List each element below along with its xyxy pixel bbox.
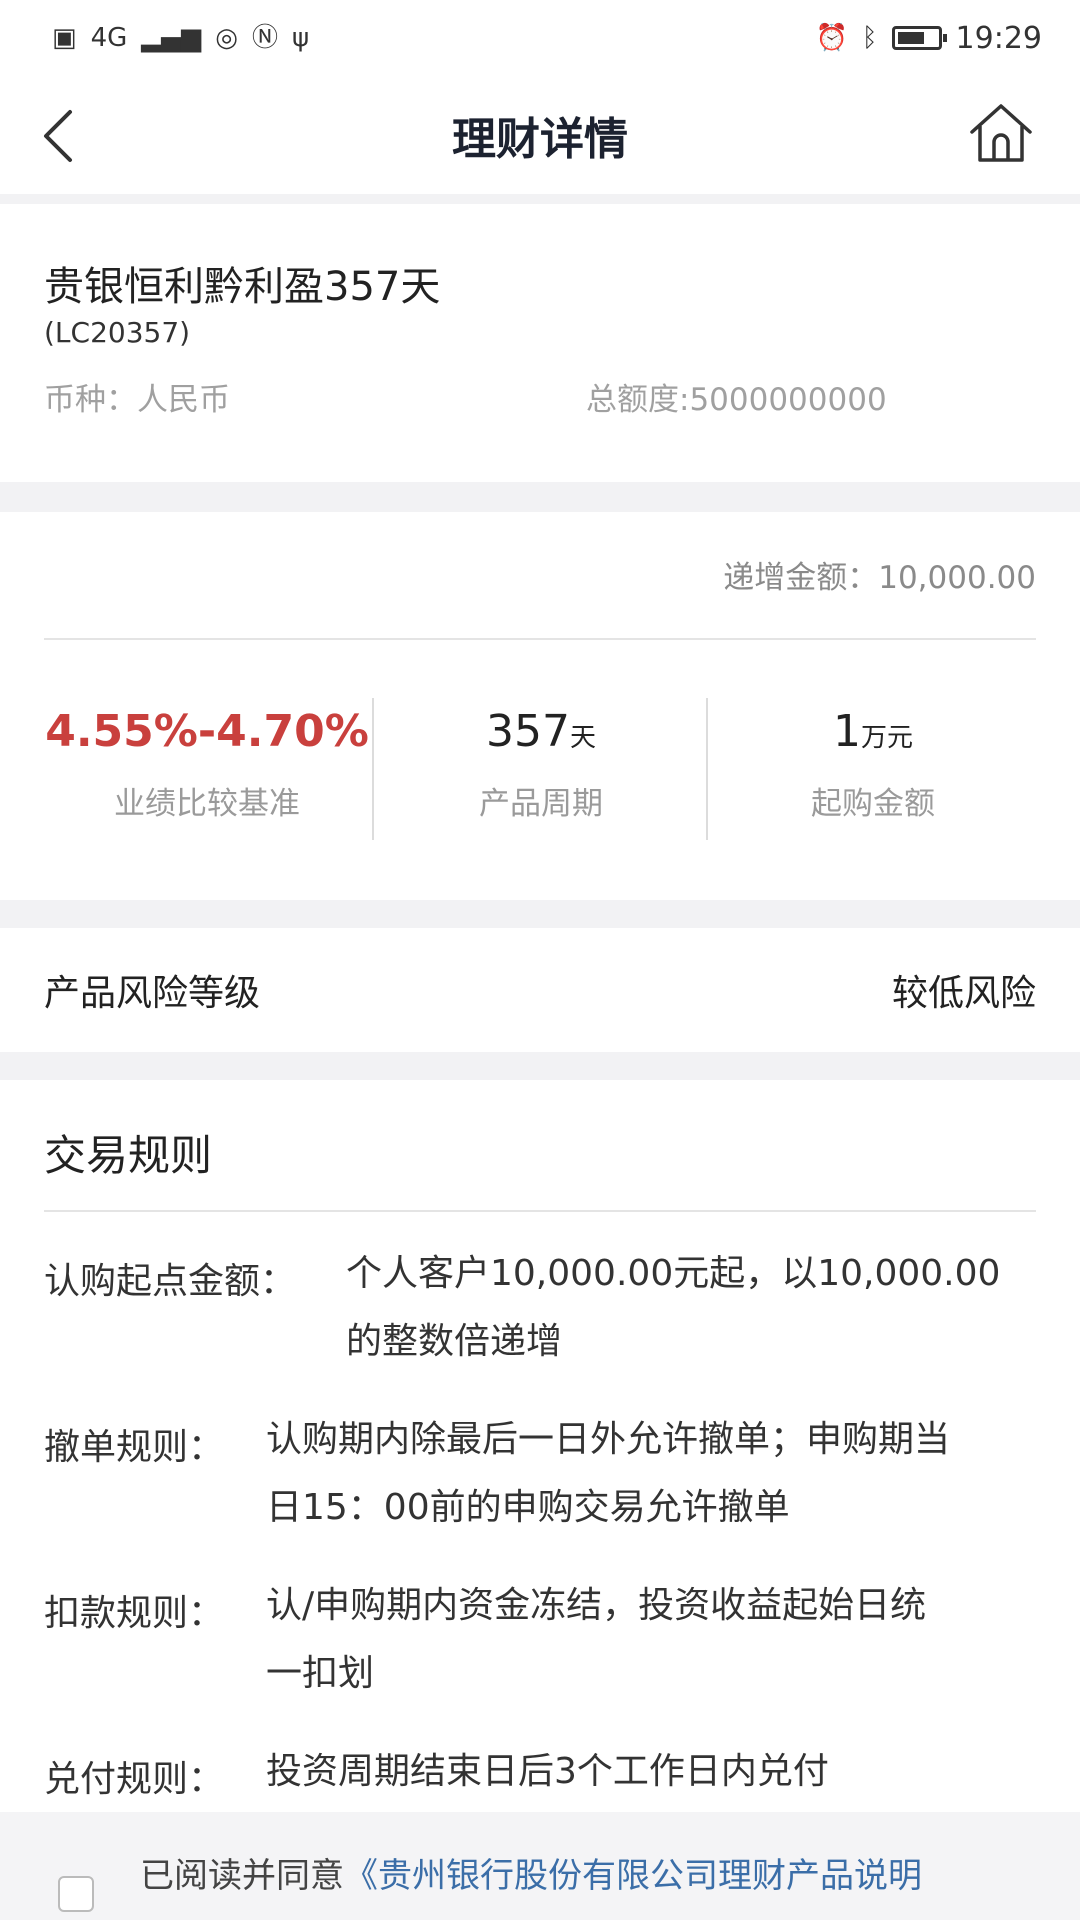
- min-purchase-value: 1: [832, 706, 861, 757]
- risk-level-label: 产品风险等级: [44, 973, 261, 1014]
- min-purchase-value-wrap: 1万元: [708, 702, 1038, 762]
- period-value: 357: [486, 706, 570, 757]
- rule-text-line: 认购期内除最后一日外允许撤单；申购期当: [266, 1419, 951, 1460]
- rule-label: 认购起点金额：: [44, 1261, 297, 1302]
- rule-label: 扣款规则：: [44, 1593, 225, 1634]
- trading-rules-card: 交易规则 认购起点金额： 个人客户10,000.00元起，以10,000.00 …: [0, 1080, 1080, 1820]
- hotspot-icon: ◎: [215, 23, 238, 53]
- rule-text: 投资周期结束日后3个工作日内兑付: [266, 1738, 829, 1806]
- product-name: 贵银恒利黔利盈357天: [44, 264, 441, 310]
- risk-level-row: 产品风险等级 较低风险: [0, 928, 1080, 1052]
- rule-label: 兑付规则：: [44, 1759, 225, 1800]
- rules-title: 交易规则: [44, 1131, 213, 1180]
- status-left: ▣ 4G ▂▄▆ ◎ Ⓝ ψ: [52, 25, 309, 51]
- period-label: 产品周期: [479, 786, 603, 822]
- usb-icon: ψ: [291, 23, 310, 53]
- min-purchase-label: 起购金额: [811, 786, 935, 822]
- rule-text: 认/申购期内资金冻结，投资收益起始日统 一扣划: [266, 1572, 926, 1708]
- period-unit: 天: [569, 723, 596, 753]
- rule-text-line: 的整数倍递增: [346, 1321, 563, 1362]
- page-title: 理财详情: [452, 114, 628, 165]
- product-currency: 币种：人民币: [44, 382, 230, 418]
- agreement-prefix: 已阅读并同意: [140, 1856, 344, 1896]
- status-right: ⏰ ᛒ 19:29: [816, 21, 1042, 56]
- benchmark-metric: 4.55%-4.70% 业绩比较基准: [42, 702, 372, 823]
- rule-text-line: 认/申购期内资金冻结，投资收益起始日统: [266, 1585, 927, 1626]
- nfc-icon: Ⓝ: [251, 23, 278, 53]
- period-metric: 357天 产品周期: [376, 702, 706, 823]
- bluetooth-icon: ᛒ: [861, 23, 878, 53]
- signal-icon: 4G: [90, 23, 128, 53]
- min-purchase-metric: 1万元 起购金额: [708, 702, 1038, 823]
- increment-amount: 递增金额：10,000.00: [723, 560, 1036, 596]
- rate-card: 递增金额：10,000.00 4.55%-4.70% 业绩比较基准 357天 产…: [0, 512, 1080, 900]
- min-purchase-unit: 万元: [860, 723, 913, 753]
- status-time: 19:29: [955, 20, 1042, 56]
- rule-text: 个人客户10,000.00元起，以10,000.00 的整数倍递增: [346, 1240, 1000, 1376]
- home-icon[interactable]: [966, 98, 1036, 168]
- rule-text-line: 投资周期结束日后3个工作日内兑付: [266, 1751, 829, 1792]
- metric-separator: [372, 698, 374, 840]
- rule-label: 撤单规则：: [44, 1427, 225, 1468]
- period-value-wrap: 357天: [376, 702, 706, 762]
- rule-text-line: 个人客户10,000.00元起，以10,000.00: [346, 1253, 1001, 1294]
- rule-text-line: 一扣划: [266, 1653, 375, 1694]
- divider: [44, 1210, 1036, 1212]
- agreement-footer: 已阅读并同意《贵州银行股份有限公司理财产品说明: [0, 1812, 1080, 1920]
- agree-checkbox[interactable]: [58, 1876, 94, 1912]
- status-bar: ▣ 4G ▂▄▆ ◎ Ⓝ ψ ⏰ ᛒ 19:29: [0, 0, 1080, 76]
- product-info-card: 贵银恒利黔利盈357天 (LC20357) 币种：人民币 总额度:5000000…: [0, 204, 1080, 482]
- product-code: (LC20357): [44, 316, 191, 349]
- rule-text: 认购期内除最后一日外允许撤单；申购期当 日15：00前的申购交易允许撤单: [266, 1406, 950, 1542]
- signal-bars-icon: ▂▄▆: [141, 23, 202, 53]
- battery-icon: [891, 26, 947, 50]
- agreement-link[interactable]: 《贵州银行股份有限公司理财产品说明: [344, 1856, 922, 1896]
- agreement-text: 已阅读并同意《贵州银行股份有限公司理财产品说明: [140, 1848, 922, 1897]
- rule-text-line: 日15：00前的申购交易允许撤单: [266, 1487, 790, 1528]
- risk-level-value: 较低风险: [891, 973, 1036, 1014]
- nav-bar: 理财详情: [0, 76, 1080, 194]
- alarm-icon: ⏰: [815, 23, 848, 53]
- divider: [44, 638, 1036, 640]
- benchmark-label: 业绩比较基准: [114, 786, 300, 822]
- product-total-quota: 总额度:5000000000: [586, 382, 887, 418]
- hd-icon: ▣: [52, 23, 77, 53]
- benchmark-value: 4.55%-4.70%: [45, 706, 369, 757]
- back-arrow-icon[interactable]: [34, 106, 86, 166]
